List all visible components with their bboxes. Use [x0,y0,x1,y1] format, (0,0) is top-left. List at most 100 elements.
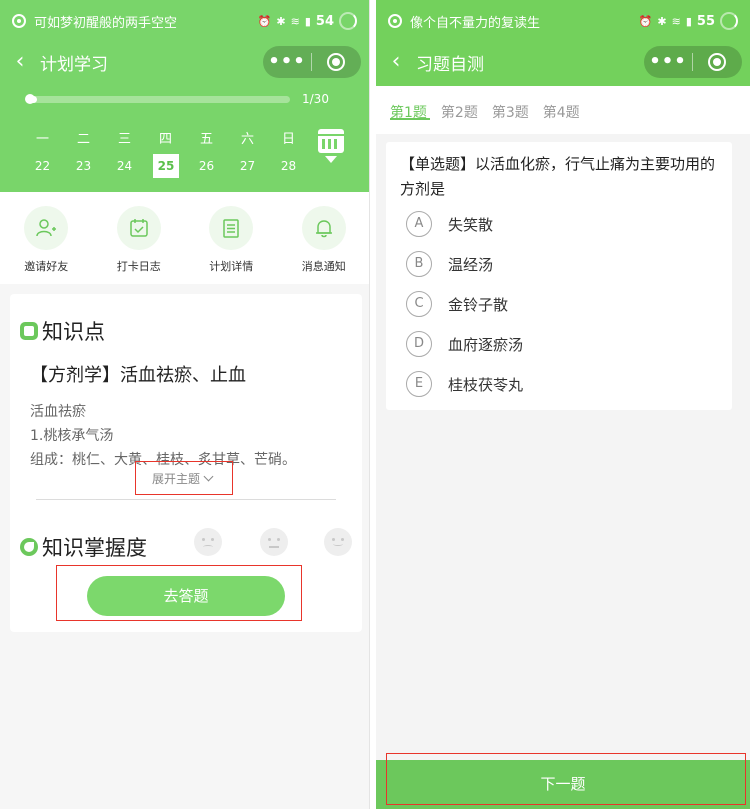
action-label: 计划详情 [209,260,254,273]
calendar-icon [318,129,344,153]
option-letter: E [406,371,432,397]
plan-details-button[interactable]: 计划详情 [185,192,278,284]
progress-knob [25,94,35,104]
weekday-label: 二 [76,132,90,147]
notifications-button[interactable]: 消息通知 [278,192,370,284]
date-cell[interactable]: 23 [63,154,104,178]
sad-face-icon[interactable] [194,528,222,556]
topic-line: 1.桃核承气汤 [30,428,114,444]
status-indicators: ⏰ ✱ ≋ ▮ 54 [258,12,357,30]
annotation-box [386,753,746,805]
option-text: 温经汤 [448,255,494,274]
action-label: 消息通知 [301,260,346,273]
action-label: 邀请好友 [24,260,69,273]
mastery-title: 知识掌握度 [42,536,147,560]
status-indicators: ⏰ ✱ ≋ ▮ 55 [639,12,738,30]
option-e[interactable]: E 桂枝茯苓丸 [406,370,523,398]
tab-question-3[interactable]: 第3题 [492,86,529,134]
date-cell[interactable]: 26 [186,154,227,178]
plan-study-screen: 可如梦初醒般的两手空空 ⏰ ✱ ≋ ▮ 54 ‹ 计划学习 ••• 1/30 一… [0,0,370,809]
status-bar: 可如梦初醒般的两手空空 ⏰ ✱ ≋ ▮ 54 [0,0,369,42]
option-text: 失笑散 [448,215,494,234]
option-text: 金铃子散 [448,295,509,314]
back-button[interactable]: ‹ [376,42,416,82]
page-title: 计划学习 [40,54,108,75]
knowledge-icon [20,322,38,340]
action-label: 打卡日志 [116,260,161,273]
battery-icon [339,12,357,30]
date-row: 22 23 24 25 26 27 28 [22,154,312,178]
battery-level: 54 [315,13,334,29]
close-miniprogram-button[interactable] [312,53,360,71]
neutral-face-icon[interactable] [260,528,288,556]
screenshot-root: 可如梦初醒般的两手空空 ⏰ ✱ ≋ ▮ 54 ‹ 计划学习 ••• 1/30 一… [0,0,750,809]
more-menu-button[interactable]: ••• [263,46,311,78]
tab-question-4[interactable]: 第4题 [543,86,580,134]
weekday-label: 一 [35,132,49,147]
battery-icon [720,12,738,30]
annotation-box [56,565,302,621]
mastery-header: 知识掌握度 [20,532,147,562]
wifi-icon: ≋ [290,14,300,28]
alarm-icon: ⏰ [638,14,653,28]
bell-icon [301,206,346,250]
close-miniprogram-button[interactable] [693,53,741,71]
date-cell[interactable]: 28 [268,154,309,178]
page-title: 习题自测 [416,54,484,75]
nav-bar: ‹ 计划学习 ••• [0,42,369,82]
status-bar: 像个自不量力的复读生 ⏰ ✱ ≋ ▮ 55 [376,0,750,42]
status-text: 可如梦初醒般的两手空空 [34,15,178,31]
date-cell-selected[interactable]: 25 [153,154,179,178]
self-test-screen: 像个自不量力的复读生 ⏰ ✱ ≋ ▮ 55 ‹ 习题自测 ••• 第1题 第2题… [376,0,750,809]
weekday-label: 六 [240,132,254,147]
document-icon [209,206,254,250]
alarm-icon: ⏰ [257,14,272,28]
option-letter: C [406,291,432,317]
target-icon [708,53,726,71]
option-letter: B [406,251,432,277]
weekday-row: 一 二 三 四 五 六 日 [22,128,312,148]
wifi-icon: ≋ [671,14,681,28]
option-d[interactable]: D 血府逐瘀汤 [406,330,523,358]
date-cell[interactable]: 27 [227,154,268,178]
miniprogram-capsule: ••• [263,46,361,78]
date-cell[interactable]: 24 [104,154,145,178]
happy-face-icon[interactable] [324,528,352,556]
app-status-icon [12,14,26,28]
signal-icon: ▮ [685,14,692,28]
checkin-log-button[interactable]: 打卡日志 [93,192,186,284]
weekday-label: 五 [199,132,213,147]
week-calendar: 一 二 三 四 五 六 日 22 23 24 25 26 27 28 [22,128,312,178]
bluetooth-icon: ✱ [657,14,667,28]
plan-progress-bar [25,94,290,104]
quick-actions: 邀请好友 打卡日志 计划详情 消息通知 [0,192,370,284]
option-a[interactable]: A 失笑散 [406,210,493,238]
topic-title: 【方剂学】活血祛瘀、止血 [30,365,246,386]
option-b[interactable]: B 温经汤 [406,250,493,278]
weekday-label: 三 [117,132,131,147]
user-plus-icon [24,206,69,250]
question-tabs: 第1题 第2题 第3题 第4题 [376,86,750,134]
divider [36,499,336,500]
question-card: 【单选题】以活血化瘀，行气止痛为主要功用的方剂是 A 失笑散 B 温经汤 C 金… [386,142,732,410]
tab-question-1[interactable]: 第1题 [390,86,430,134]
option-text: 桂枝茯苓丸 [448,375,524,394]
weekday-label: 四 [158,132,172,147]
app-status-icon [388,14,402,28]
tab-question-2[interactable]: 第2题 [441,86,478,134]
weekday-label: 日 [281,132,295,147]
date-cell[interactable]: 22 [22,154,63,178]
calendar-expand-button[interactable] [318,129,346,165]
option-letter: D [406,331,432,357]
invite-friends-button[interactable]: 邀请好友 [0,192,93,284]
bluetooth-icon: ✱ [276,14,286,28]
signal-icon: ▮ [304,14,311,28]
option-letter: A [406,211,432,237]
option-c[interactable]: C 金铃子散 [406,290,508,318]
calendar-check-icon [116,206,161,250]
option-text: 血府逐瘀汤 [448,335,524,354]
more-menu-button[interactable]: ••• [644,46,692,78]
topic-line: 活血祛瘀 [30,404,86,420]
back-button[interactable]: ‹ [0,42,40,82]
knowledge-title: 知识点 [42,320,105,344]
